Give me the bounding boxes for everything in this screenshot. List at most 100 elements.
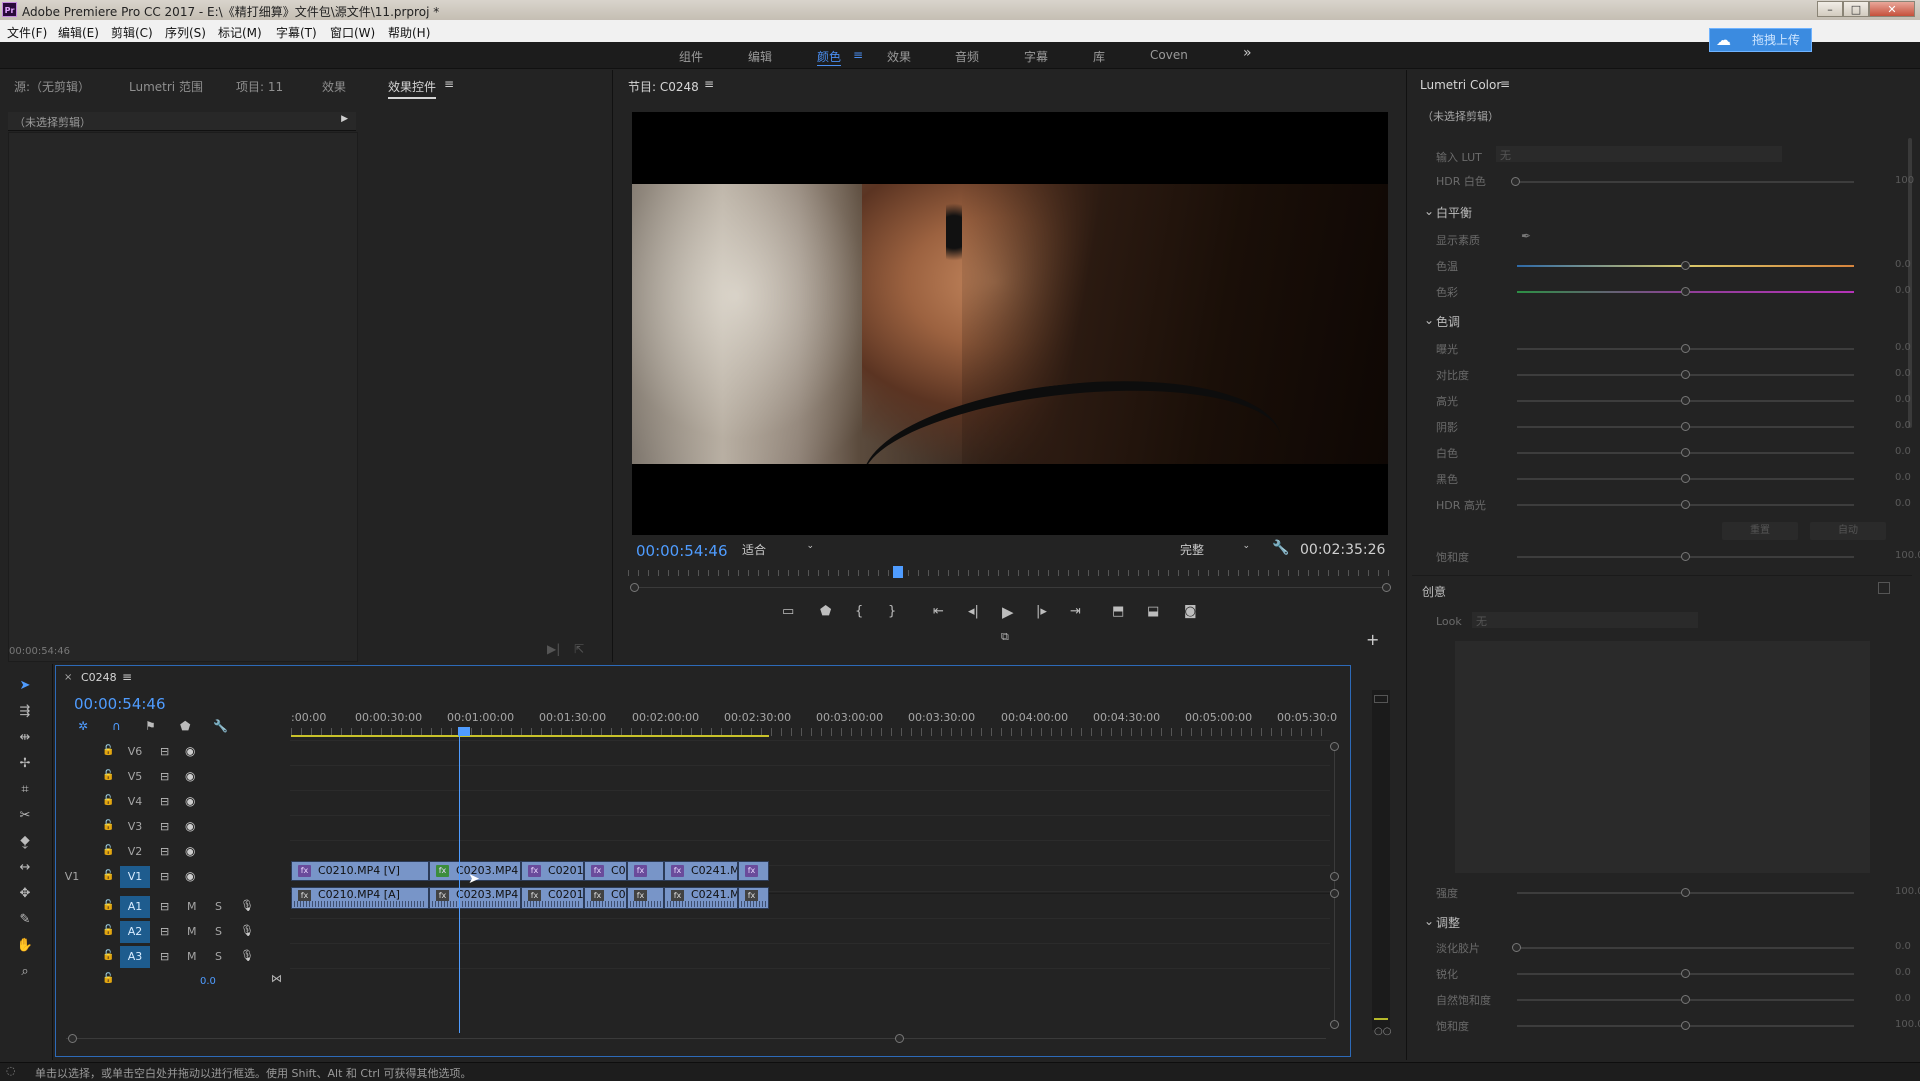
- toggle-sync-lock-icon[interactable]: ⊟: [160, 795, 169, 808]
- mark-in-icon[interactable]: {: [855, 604, 863, 619]
- timeline-settings-wrench-icon[interactable]: 🔧: [213, 719, 228, 733]
- video-clip[interactable]: fx C0241.MP4: [664, 861, 738, 881]
- lock-icon[interactable]: 🔓: [102, 900, 114, 911]
- tone-knob[interactable]: [1681, 500, 1690, 509]
- v-scroll-handle-a[interactable]: [1330, 889, 1339, 898]
- tab-effects[interactable]: 效果: [322, 78, 346, 95]
- adjust-heading[interactable]: 调整: [1436, 914, 1460, 931]
- tone-chevron-icon[interactable]: ⌄: [1424, 313, 1434, 327]
- tab-lumetri-scopes[interactable]: Lumetri 范围: [129, 78, 203, 95]
- zoom-handle-right[interactable]: [1382, 583, 1391, 592]
- mute-button[interactable]: M: [187, 950, 197, 963]
- look-dropdown[interactable]: 无: [1472, 612, 1698, 628]
- audio-clip[interactable]: fx C0210.MP4 [A]: [291, 887, 429, 909]
- lift-icon[interactable]: ⬒: [1112, 604, 1124, 619]
- toggle-visibility-eye-icon[interactable]: ◉: [185, 819, 195, 833]
- zoom-scroll-bar[interactable]: [634, 587, 1388, 588]
- razor-tool-icon[interactable]: ✂: [14, 806, 36, 826]
- white-balance-knob[interactable]: [1681, 287, 1690, 296]
- timeline-horizontal-scrollbar[interactable]: [66, 1038, 1326, 1039]
- video-clip[interactable]: fx C0210.MP4 [V]: [291, 861, 429, 881]
- timeline-vertical-scrollbar[interactable]: [1334, 746, 1335, 1026]
- solo-button[interactable]: S: [215, 925, 222, 938]
- expand-arrow-icon[interactable]: ▶: [341, 114, 348, 124]
- toggle-visibility-eye-icon[interactable]: ◉: [185, 844, 195, 858]
- lock-icon[interactable]: 🔓: [102, 973, 114, 984]
- track-target-v3[interactable]: V3: [120, 816, 150, 838]
- voice-over-mic-icon[interactable]: 🎙: [240, 924, 254, 937]
- close-sequence-icon[interactable]: ×: [64, 672, 72, 683]
- menu-clip[interactable]: 剪辑(C): [111, 24, 153, 41]
- add-marker-icon[interactable]: ⬟: [820, 604, 831, 619]
- video-clip[interactable]: fx C02: [584, 861, 627, 881]
- white-balance-knob[interactable]: [1681, 261, 1690, 270]
- auto-button[interactable]: 自动: [1810, 522, 1886, 540]
- tone-knob[interactable]: [1681, 448, 1690, 457]
- workspace-editing[interactable]: 编辑: [748, 48, 772, 65]
- quality-dropdown[interactable]: 完整 ⌄: [1180, 541, 1250, 559]
- track-target-a3[interactable]: A3: [120, 946, 150, 968]
- upload-button[interactable]: ☁ 拖拽上传: [1709, 28, 1812, 52]
- master-volume[interactable]: 0.0: [200, 976, 216, 987]
- toggle-sync-lock-icon[interactable]: ⊟: [160, 820, 169, 833]
- white-balance-heading[interactable]: 白平衡: [1436, 204, 1472, 221]
- audio-clip[interactable]: fx: [627, 887, 664, 909]
- tab-source[interactable]: 源:（无剪辑）: [14, 78, 90, 95]
- compare-view-icon[interactable]: ⧉: [1001, 630, 1009, 644]
- mute-button[interactable]: M: [187, 900, 197, 913]
- audio-clip[interactable]: fx C0203.MP4: [429, 887, 521, 909]
- maximize-button[interactable]: □: [1843, 1, 1869, 17]
- program-current-time[interactable]: 00:00:54:46: [636, 542, 728, 560]
- adjust-knob[interactable]: [1681, 1021, 1690, 1030]
- lock-icon[interactable]: 🔓: [102, 870, 114, 881]
- tab-project[interactable]: 项目: 11: [236, 78, 283, 95]
- audio-clip[interactable]: fx C0201: [521, 887, 584, 909]
- button-editor-plus-icon[interactable]: +: [1366, 630, 1379, 649]
- voice-over-mic-icon[interactable]: 🎙: [240, 949, 254, 962]
- zoom-tool-icon[interactable]: ⌕: [14, 962, 36, 982]
- go-to-out-icon[interactable]: ⇥: [1070, 604, 1081, 619]
- workspace-libraries[interactable]: 库: [1093, 48, 1105, 65]
- white-balance-chevron-icon[interactable]: ⌄: [1424, 204, 1434, 218]
- creative-enable-checkbox[interactable]: [1878, 582, 1890, 594]
- timeline-current-time[interactable]: 00:00:54:46: [74, 695, 166, 713]
- solo-button[interactable]: S: [215, 950, 222, 963]
- marker-icon[interactable]: ⬟: [180, 719, 190, 733]
- track-target-a2[interactable]: A2: [120, 921, 150, 943]
- intensity-knob[interactable]: [1681, 888, 1690, 897]
- toggle-visibility-eye-icon[interactable]: ◉: [185, 869, 195, 883]
- audio-clip[interactable]: fx C02: [584, 887, 627, 909]
- step-back-icon[interactable]: ◂|: [968, 604, 979, 619]
- program-video-frame[interactable]: [632, 112, 1388, 535]
- lumetri-title[interactable]: Lumetri Color: [1420, 78, 1501, 92]
- lock-icon[interactable]: 🔓: [102, 795, 114, 806]
- step-forward-icon[interactable]: |▸: [1036, 604, 1047, 619]
- toggle-visibility-eye-icon[interactable]: ◉: [185, 769, 195, 783]
- solo-button[interactable]: S: [215, 900, 222, 913]
- safe-margins-icon[interactable]: ▭: [782, 604, 794, 619]
- adjust-slider[interactable]: [1517, 947, 1854, 949]
- h-scroll-handle-left[interactable]: [68, 1034, 77, 1043]
- reset-button[interactable]: 重置: [1722, 522, 1798, 540]
- audio-clip[interactable]: fx: [738, 887, 769, 909]
- play-icon[interactable]: ▶: [1002, 603, 1014, 621]
- track-select-tool-icon[interactable]: ⇶: [14, 702, 36, 722]
- workspace-overflow-icon[interactable]: »: [1243, 45, 1252, 61]
- toggle-visibility-eye-icon[interactable]: ◉: [185, 794, 195, 808]
- program-playhead[interactable]: [893, 566, 903, 578]
- zoom-handle-left[interactable]: [630, 583, 639, 592]
- snap-icon[interactable]: ✲: [78, 719, 88, 733]
- creative-heading[interactable]: 创意: [1422, 583, 1446, 600]
- rate-stretch-tool-icon[interactable]: ⌗: [14, 780, 36, 800]
- track-target-v6[interactable]: V6: [120, 741, 150, 763]
- mark-out-icon[interactable]: }: [888, 604, 896, 619]
- menu-window[interactable]: 窗口(W): [330, 24, 375, 41]
- lumetri-menu-icon[interactable]: ≡: [1500, 77, 1510, 91]
- program-time-ruler[interactable]: [628, 566, 1398, 580]
- slide-tool-alt-icon[interactable]: ✥: [14, 884, 36, 904]
- program-monitor-title[interactable]: 节目: C0248: [628, 78, 699, 95]
- source-patch-v1[interactable]: V1: [57, 866, 87, 888]
- ripple-edit-tool-icon[interactable]: ⇹: [14, 728, 36, 748]
- workspace-effects[interactable]: 效果: [887, 48, 911, 65]
- voice-over-mic-icon[interactable]: 🎙: [240, 899, 254, 912]
